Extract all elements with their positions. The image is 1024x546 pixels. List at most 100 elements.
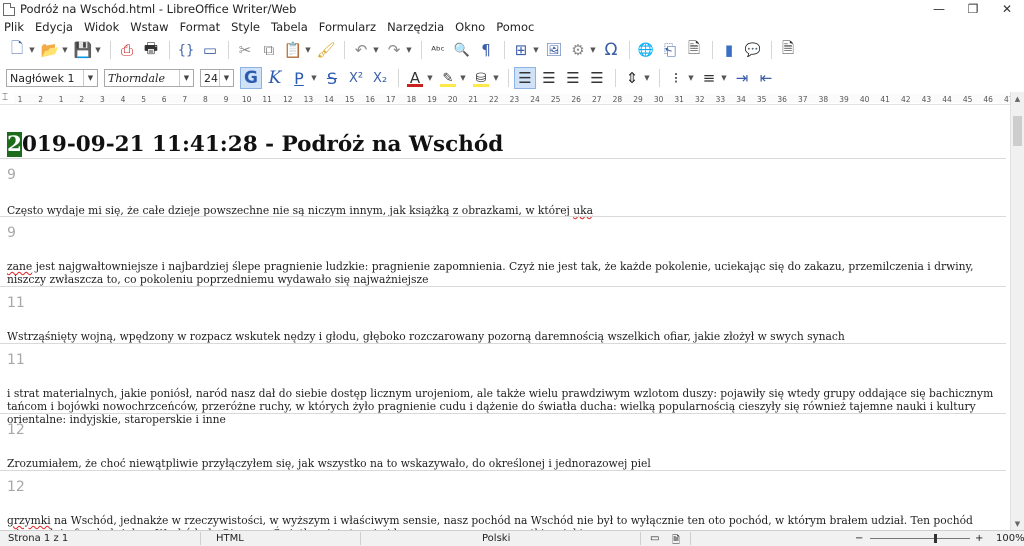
- menu-plik[interactable]: Plik: [4, 20, 24, 34]
- highlight-color-button[interactable]: ✎: [437, 67, 459, 89]
- page-count[interactable]: Strona 1 z 1: [8, 533, 68, 544]
- open-folder-icon[interactable]: 📂: [39, 39, 61, 61]
- export-pdf-icon[interactable]: ⎙: [116, 39, 138, 61]
- paragraph-style-combo[interactable]: Nagłówek 1 ▼: [6, 69, 98, 87]
- subscript-button[interactable]: X₂: [369, 67, 391, 89]
- bullet-list-icon[interactable]: ⁝: [665, 67, 687, 89]
- copy-icon[interactable]: ⧉: [258, 39, 280, 61]
- italic-button[interactable]: K: [264, 67, 286, 89]
- print-icon[interactable]: 🖶: [140, 39, 162, 61]
- line-spacing-dropdown-icon[interactable]: ▼: [643, 67, 651, 89]
- open-dropdown-icon[interactable]: ▼: [61, 39, 69, 61]
- list-item[interactable]: 12 grzymki na Wschód, jednakże w rzeczyw…: [0, 470, 1006, 530]
- maximize-button[interactable]: ❐: [956, 0, 990, 18]
- scroll-down-icon[interactable]: ▼: [1011, 517, 1024, 530]
- vertical-scrollbar[interactable]: ▲ ▼: [1010, 92, 1024, 530]
- background-dropdown-icon[interactable]: ▼: [492, 67, 500, 89]
- redo-icon[interactable]: ↷: [383, 39, 405, 61]
- tab-stop-icon[interactable]: ⌶: [2, 92, 8, 103]
- bold-button[interactable]: G: [240, 67, 262, 89]
- special-character-icon[interactable]: Ω: [600, 39, 622, 61]
- new-dropdown-icon[interactable]: ▼: [28, 39, 36, 61]
- decrease-indent-icon[interactable]: ⇤: [755, 67, 777, 89]
- comment-icon[interactable]: 💬: [742, 39, 764, 61]
- underline-button[interactable]: P: [288, 67, 310, 89]
- bullet-dropdown-icon[interactable]: ▼: [687, 67, 695, 89]
- paste-icon[interactable]: 📋: [282, 39, 304, 61]
- document-area[interactable]: 2019-09-21 11:41:28 - Podróż na Wschód 9…: [0, 106, 1010, 530]
- menu-format[interactable]: Format: [180, 20, 221, 34]
- table-dropdown-icon[interactable]: ▼: [532, 39, 540, 61]
- menu-style[interactable]: Style: [231, 20, 260, 34]
- increase-indent-icon[interactable]: ⇥: [731, 67, 753, 89]
- underline-dropdown-icon[interactable]: ▼: [310, 67, 318, 89]
- superscript-button[interactable]: X²: [345, 67, 367, 89]
- chevron-down-icon[interactable]: ▼: [179, 70, 193, 86]
- font-color-dropdown-icon[interactable]: ▼: [426, 67, 434, 89]
- clone-formatting-icon[interactable]: 🖌: [315, 39, 337, 61]
- spelling-icon[interactable]: ᴬᵇᶜ: [427, 39, 449, 61]
- bookmark-icon[interactable]: 🗎: [683, 39, 705, 61]
- character-background-button[interactable]: ⛁: [470, 67, 492, 89]
- close-button[interactable]: ✕: [990, 0, 1024, 18]
- new-document-icon[interactable]: 🗋: [6, 39, 28, 61]
- minimize-button[interactable]: —: [922, 0, 956, 18]
- font-size-combo[interactable]: 24 ▼: [200, 69, 234, 87]
- zoom-slider[interactable]: [870, 538, 970, 539]
- hyperlink-icon[interactable]: 🌐: [635, 39, 657, 61]
- find-replace-icon[interactable]: 🔍: [451, 39, 473, 61]
- align-left-icon[interactable]: ☰: [514, 67, 536, 89]
- menu-widok[interactable]: Widok: [84, 20, 119, 34]
- menu-okno[interactable]: Okno: [455, 20, 485, 34]
- selection-mode-icon[interactable]: ▭: [650, 533, 659, 544]
- align-center-icon[interactable]: ☰: [538, 67, 560, 89]
- cut-icon[interactable]: ✂: [234, 39, 256, 61]
- list-item[interactable]: 12 Zrozumiałem, że choć niewątpliwie prz…: [0, 413, 1006, 470]
- menu-formularz[interactable]: Formularz: [319, 20, 376, 34]
- save-icon[interactable]: 💾: [72, 39, 94, 61]
- list-item[interactable]: 9 zane jest najgwałtowniejsze i najbardz…: [0, 216, 1006, 286]
- zoom-slider-thumb[interactable]: [934, 534, 937, 543]
- zoom-level[interactable]: 100%: [996, 533, 1024, 544]
- font-color-button[interactable]: A: [404, 67, 426, 89]
- formatting-marks-icon[interactable]: ¶: [475, 39, 497, 61]
- chevron-down-icon[interactable]: ▼: [219, 70, 233, 86]
- preview-icon[interactable]: ▭: [199, 39, 221, 61]
- highlight-dropdown-icon[interactable]: ▼: [459, 67, 467, 89]
- zoom-out-button[interactable]: −: [855, 533, 863, 544]
- undo-dropdown-icon[interactable]: ▼: [372, 39, 380, 61]
- list-item[interactable]: 11 i strat materialnych, jakie poniósł, …: [0, 343, 1006, 426]
- list-item[interactable]: 9 Często wydaje mi się, że całe dzieje p…: [0, 158, 1006, 217]
- menu-wstaw[interactable]: Wstaw: [130, 20, 168, 34]
- menu-edycja[interactable]: Edycja: [35, 20, 73, 34]
- controls-icon[interactable]: ⚙: [567, 39, 589, 61]
- numbered-list-icon[interactable]: ≡: [698, 67, 720, 89]
- numbered-dropdown-icon[interactable]: ▼: [720, 67, 728, 89]
- menu-tabela[interactable]: Tabela: [271, 20, 308, 34]
- save-dropdown-icon[interactable]: ▼: [94, 39, 102, 61]
- insert-image-icon[interactable]: 🖼: [543, 39, 565, 61]
- justify-icon[interactable]: ☰: [586, 67, 608, 89]
- insert-chart-icon[interactable]: ▮: [718, 39, 740, 61]
- text-language[interactable]: Polski: [482, 533, 510, 544]
- insert-table-icon[interactable]: ⊞: [510, 39, 532, 61]
- undo-icon[interactable]: ↶: [350, 39, 372, 61]
- controls-dropdown-icon[interactable]: ▼: [589, 39, 597, 61]
- font-name-combo[interactable]: Thorndale ▼: [104, 69, 194, 87]
- chevron-down-icon[interactable]: ▼: [83, 70, 97, 86]
- zoom-in-button[interactable]: +: [975, 533, 983, 544]
- horizontal-ruler[interactable]: ⌶ 1 2 1 2 3 4 5 6 7 8 9 10 11 12 13 14 15 16 17 18 19 20 21 22 2…: [0, 92, 1024, 105]
- line-spacing-icon[interactable]: ⇕: [621, 67, 643, 89]
- strikethrough-button[interactable]: S: [321, 67, 343, 89]
- menu-pomoc[interactable]: Pomoc: [496, 20, 534, 34]
- footnote-icon[interactable]: ⎗: [659, 39, 681, 61]
- menu-narzedzia[interactable]: Narzędzia: [387, 20, 444, 34]
- page-icon[interactable]: 🗎: [777, 39, 799, 61]
- align-right-icon[interactable]: ☰: [562, 67, 584, 89]
- document-heading[interactable]: 2019-09-21 11:41:28 - Podróż na Wschód: [7, 132, 503, 157]
- redo-dropdown-icon[interactable]: ▼: [405, 39, 413, 61]
- scroll-up-icon[interactable]: ▲: [1011, 92, 1024, 105]
- scroll-thumb[interactable]: [1013, 116, 1022, 146]
- paste-dropdown-icon[interactable]: ▼: [304, 39, 312, 61]
- list-item[interactable]: 11 Wstrząśnięty wojną, wpędzony w rozpac…: [0, 286, 1006, 343]
